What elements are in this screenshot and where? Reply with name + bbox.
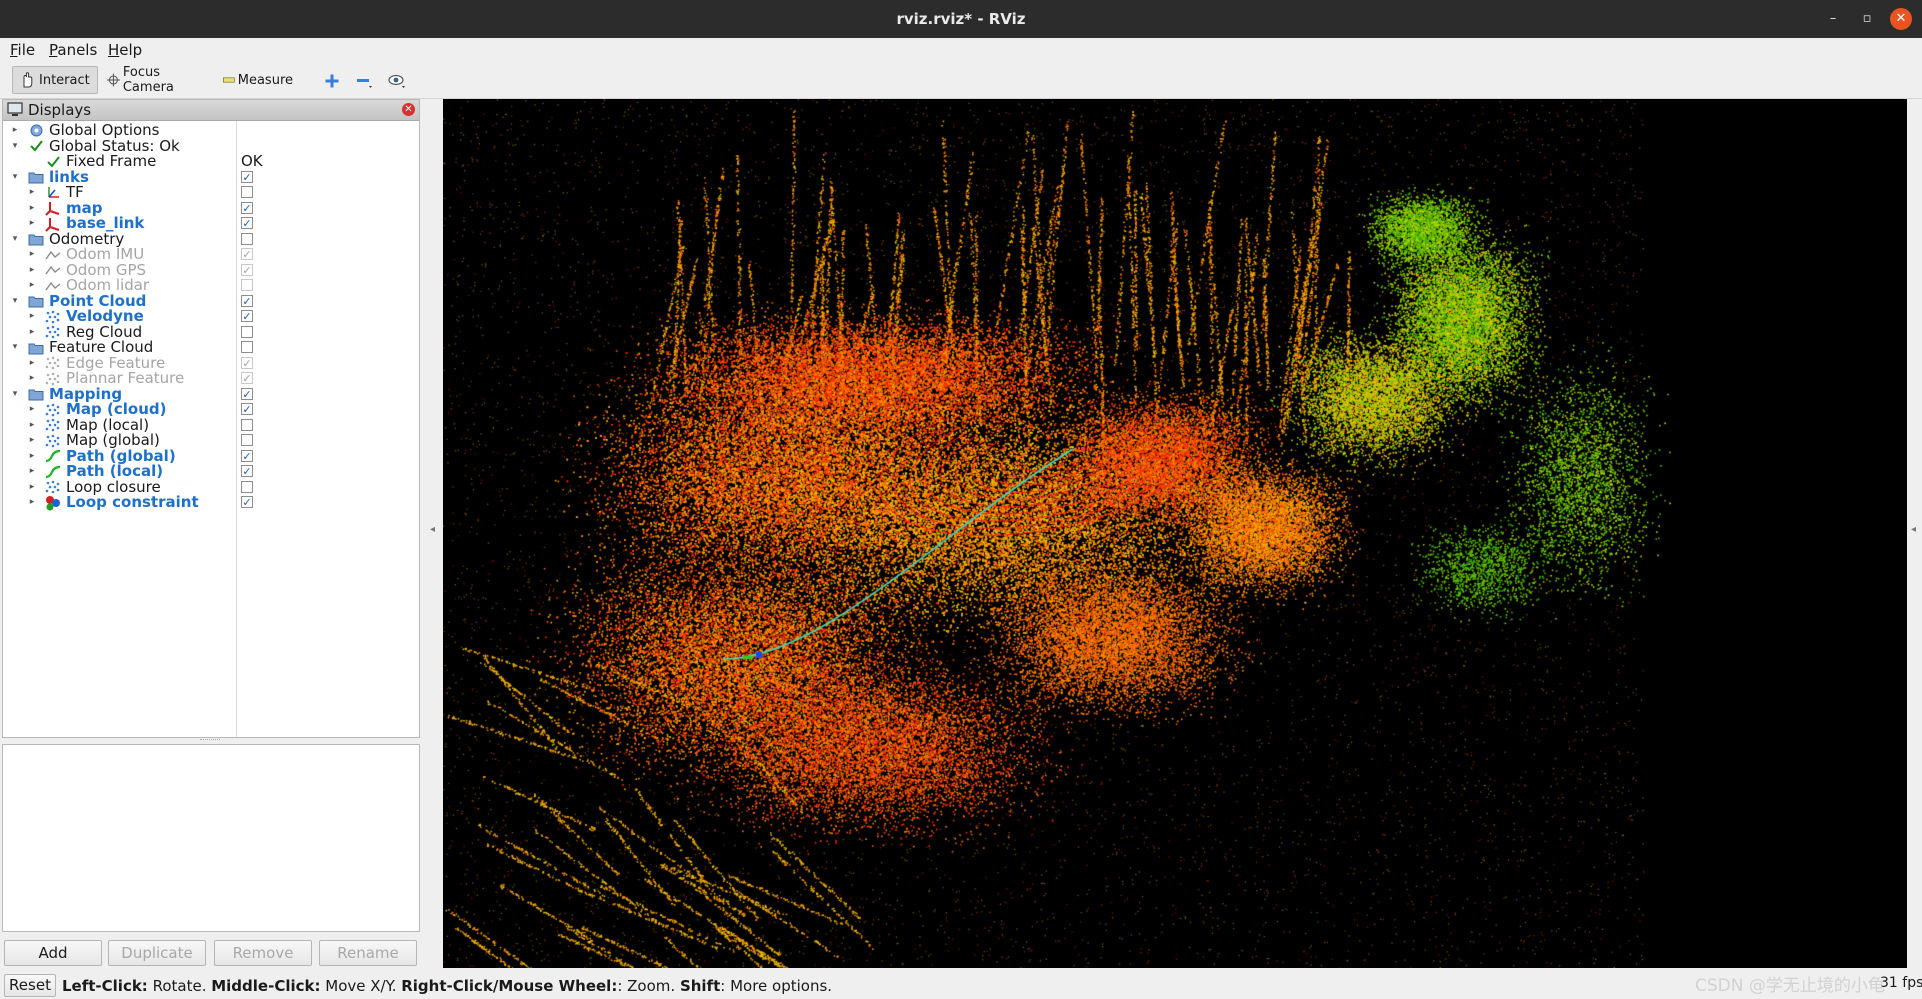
help-desc: Rotate. [147, 977, 212, 995]
enabled-checkbox[interactable] [241, 434, 253, 446]
menu-file-label: ile [17, 41, 36, 59]
enabled-checkbox[interactable] [241, 341, 253, 353]
enabled-checkbox[interactable]: ✓ [241, 248, 253, 260]
enabled-checkbox[interactable]: ✓ [241, 217, 253, 229]
remove-button[interactable]: Remove [214, 940, 312, 966]
add-button[interactable]: Add [4, 940, 102, 966]
focus-camera-label: Focus Camera [122, 65, 174, 95]
enabled-checkbox[interactable] [241, 279, 253, 291]
close-window-button[interactable]: ✕ [1890, 8, 1912, 30]
help-desc: : Zoom. [617, 977, 680, 995]
tree-row[interactable]: ▸ Loop constraint ✓ [3, 493, 419, 512]
enabled-checkbox[interactable]: ✓ [241, 294, 253, 307]
displays-panel-header: Displays ✕ [3, 100, 419, 121]
menu-help-mnemonic: H [108, 41, 120, 59]
left-dock-splitter[interactable]: ◂ [424, 99, 442, 968]
minimize-button[interactable]: – [1822, 8, 1844, 30]
collapse-right-icon[interactable]: ◂ [1911, 524, 1916, 535]
help-key: Left-Click: [62, 977, 148, 995]
right-dock-splitter[interactable]: ◂ [1908, 99, 1922, 968]
enabled-checkbox[interactable]: ✓ [241, 403, 253, 415]
enabled-checkbox[interactable] [241, 480, 253, 493]
displays-panel: Displays ✕ ▸ Global Options ▾ Global Status… [2, 99, 420, 738]
enabled-checkbox[interactable]: ✓ [241, 449, 253, 462]
help-key: Right-Click/Mouse Wheel: [401, 977, 618, 995]
enabled-checkbox[interactable]: ✓ [241, 201, 253, 214]
enabled-checkbox[interactable]: ✓ [241, 263, 253, 276]
help-desc: Move X/Y. [320, 977, 402, 995]
hand-icon [23, 72, 33, 88]
duplicate-button[interactable]: Duplicate [108, 940, 206, 966]
menu-bar: File Panels Help [0, 38, 1922, 62]
tree-row-label: Loop constraint [66, 493, 199, 511]
enabled-checkbox[interactable] [241, 418, 253, 431]
maximize-button[interactable]: ▫ [1856, 8, 1878, 30]
enabled-checkbox[interactable]: ✓ [241, 310, 253, 322]
enabled-checkbox[interactable]: ✓ [241, 387, 253, 400]
collapse-left-icon[interactable]: ◂ [430, 524, 435, 535]
menu-file-mnemonic: F [10, 41, 18, 59]
point-cloud-render[interactable] [443, 99, 1907, 968]
status-bar: Reset Left-Click: Rotate. Middle-Click: … [0, 971, 1922, 999]
window-titlebar: rviz.rviz* - RViz – ▫ ✕ [0, 0, 1922, 38]
monitor-icon [7, 102, 23, 116]
window-title: rviz.rviz* - RViz [896, 10, 1026, 28]
measure-tool-button[interactable]: Measure [218, 66, 298, 94]
rename-button[interactable]: Rename [319, 940, 417, 966]
marker-icon [44, 494, 62, 511]
enabled-checkbox[interactable]: ✓ [241, 356, 253, 369]
menu-panels[interactable]: Panels [49, 41, 97, 59]
collapse-arrow-icon[interactable]: ▸ [26, 493, 38, 512]
enabled-checkbox[interactable] [241, 325, 253, 338]
view-icon[interactable] [386, 70, 408, 92]
fps-readout: 31 fps [1880, 975, 1922, 991]
menu-help[interactable]: Help [108, 41, 142, 59]
3d-viewport[interactable] [443, 99, 1907, 968]
crosshair-icon [107, 73, 120, 87]
enabled-checkbox[interactable]: ✓ [241, 170, 253, 183]
interact-tool-button[interactable]: Interact [12, 66, 98, 94]
measure-label: Measure [237, 72, 293, 88]
help-text: Left-Click: Rotate. Middle-Click: Move X… [62, 977, 832, 995]
focus-camera-tool-button[interactable]: Focus Camera [102, 65, 202, 95]
reset-button[interactable]: Reset [4, 974, 56, 997]
help-key: Middle-Click: [211, 977, 321, 995]
menu-panels-label: anels [57, 41, 98, 59]
ruler-icon [223, 77, 235, 83]
interact-label: Interact [39, 72, 90, 88]
enabled-checkbox[interactable]: ✓ [241, 372, 253, 384]
enabled-checkbox[interactable] [241, 232, 253, 245]
add-tool-icon[interactable] [321, 70, 343, 92]
displays-title: Displays [28, 101, 92, 119]
description-panel [2, 744, 420, 932]
enabled-checkbox[interactable]: ✓ [241, 465, 253, 477]
help-key: Shift [679, 977, 721, 995]
enabled-checkbox[interactable]: ✓ [241, 496, 253, 508]
panel-split-handle[interactable] [200, 739, 220, 743]
menu-file[interactable]: File [10, 41, 35, 59]
help-desc: : More options. [720, 977, 833, 995]
menu-help-label: elp [119, 41, 143, 59]
watermark: CSDN @学无止境的小龟 [1695, 976, 1885, 996]
toolbar: Interact Focus Camera Measure [0, 62, 1922, 99]
close-panel-icon[interactable]: ✕ [402, 103, 415, 116]
enabled-checkbox[interactable] [241, 186, 253, 198]
remove-tool-icon[interactable] [353, 70, 375, 92]
